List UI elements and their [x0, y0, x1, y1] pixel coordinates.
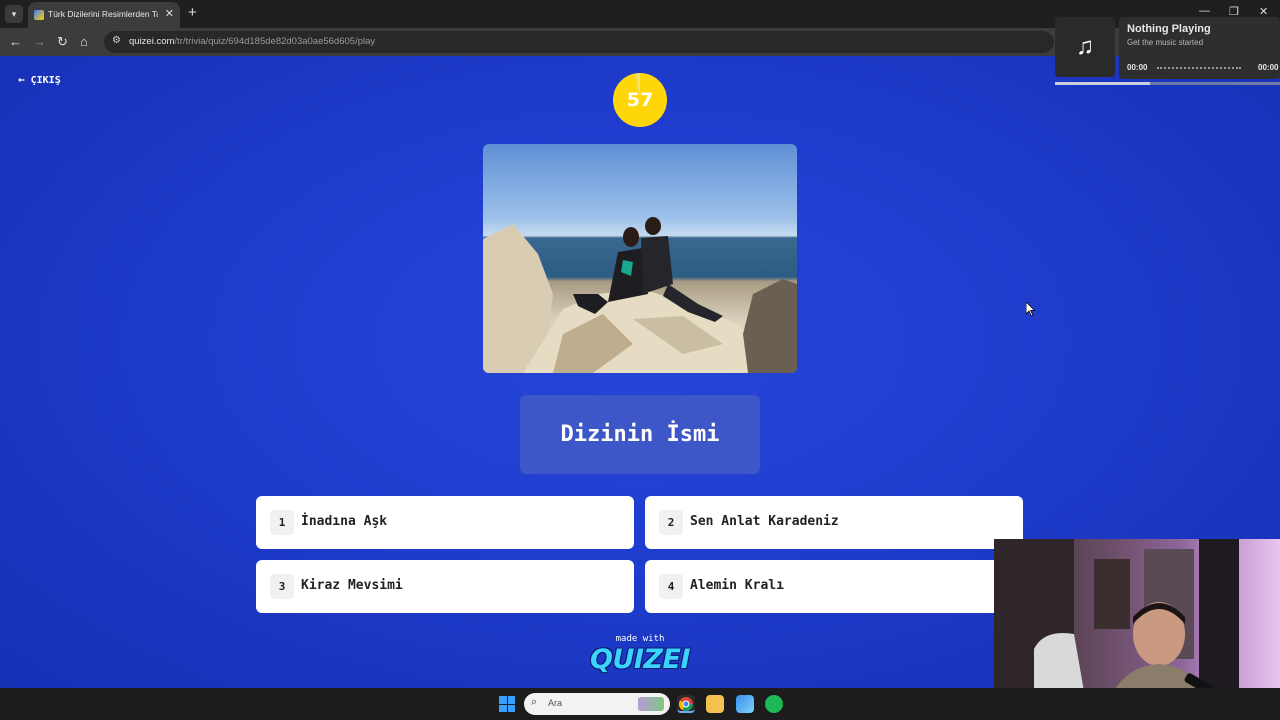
media-track [1157, 67, 1241, 69]
windows-taskbar: ⌕ Ara [0, 688, 1280, 720]
music-note-icon: ♫ [1055, 17, 1115, 77]
question-card: Dizinin İsmi [520, 395, 760, 474]
answer-text: Kiraz Mevsimi [301, 578, 403, 593]
couple-on-rocks-photo [483, 217, 797, 373]
site-info-icon[interactable]: ⚙ [112, 35, 121, 46]
url-input[interactable]: ⚙ quizei.com/tr/trivia/quiz/694d185de82d… [104, 31, 1054, 53]
url-path: /tr/trivia/quiz/694d185de82d03a0ae56d605… [174, 36, 376, 47]
tab-search-chevron-icon[interactable]: ▾ [5, 5, 23, 23]
media-progress-fill [1055, 82, 1150, 85]
url-host: quizei.com [129, 36, 175, 47]
answer-text: İnadına Aşk [301, 514, 388, 529]
mouse-cursor-icon [1026, 302, 1036, 317]
taskbar-search-placeholder: Ara [548, 698, 563, 708]
media-progress-bar [1055, 82, 1280, 85]
answer-number: 3 [270, 574, 294, 599]
countdown-timer: 57 [613, 73, 667, 127]
file-explorer-icon[interactable] [706, 695, 724, 713]
minimize-button[interactable]: — [1199, 5, 1210, 17]
answer-option-3[interactable]: 3 Kiraz Mevsimi [256, 560, 634, 613]
media-widget: ♫ Nothing Playing Get the music started … [1055, 17, 1280, 79]
close-tab-icon[interactable]: ✕ [165, 7, 174, 20]
exit-label: ÇIKIŞ [30, 75, 61, 86]
answer-option-1[interactable]: 1 İnadına Aşk [256, 496, 634, 549]
media-time-start: 00:00 [1127, 63, 1148, 72]
quizei-logo[interactable]: QUIZEI [560, 644, 720, 675]
media-subtitle: Get the music started [1127, 38, 1204, 47]
media-time-end: 00:00 [1258, 63, 1279, 72]
answer-option-2[interactable]: 2 Sen Anlat Karadeniz [645, 496, 1023, 549]
taskbar-search[interactable]: ⌕ Ara [524, 693, 670, 715]
chrome-taskbar-icon[interactable] [677, 695, 695, 713]
answer-text: Sen Anlat Karadeniz [690, 514, 839, 529]
search-highlight-icon [638, 697, 664, 711]
reload-icon[interactable]: ↻ [57, 34, 68, 50]
search-icon: ⌕ [531, 696, 538, 708]
answer-number: 2 [659, 510, 683, 535]
answer-option-4[interactable]: 4 Alemin Kralı [645, 560, 1023, 613]
url-text: quizei.com/tr/trivia/quiz/694d185de82d03… [129, 36, 375, 47]
quizei-favicon-icon [34, 10, 44, 20]
browser-tab[interactable]: Türk Dizilerini Resimlerden Tahmin ✕ [28, 2, 180, 28]
media-title: Nothing Playing [1127, 23, 1211, 35]
new-tab-button[interactable]: + [188, 4, 197, 21]
spotify-icon[interactable] [765, 695, 783, 713]
media-info-panel: Nothing Playing Get the music started 00… [1119, 17, 1280, 79]
question-image [483, 144, 797, 373]
windows-start-icon[interactable] [499, 696, 515, 712]
arrow-left-icon: ← [18, 73, 25, 86]
answer-number: 4 [659, 574, 683, 599]
exit-button[interactable]: ← ÇIKIŞ [18, 73, 61, 86]
back-arrow-icon[interactable]: ← [9, 34, 22, 49]
answer-text: Alemin Kralı [690, 578, 784, 593]
forward-arrow-icon[interactable]: → [33, 34, 46, 49]
made-with-label: made with [615, 634, 665, 644]
home-icon[interactable]: ⌂ [80, 34, 88, 49]
answer-number: 1 [270, 510, 294, 535]
tab-title: Türk Dizilerini Resimlerden Tahmin [48, 9, 158, 19]
photos-app-icon[interactable] [736, 695, 754, 713]
